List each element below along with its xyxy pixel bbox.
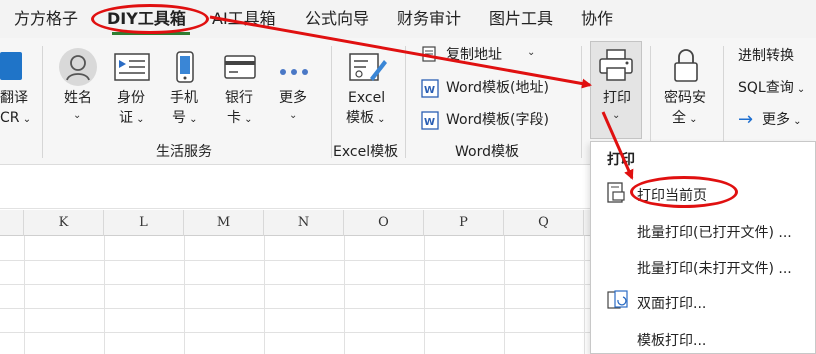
annotation-arrow-to-menu bbox=[601, 111, 634, 180]
annotation-arrows bbox=[209, 15, 634, 180]
annotation-arrow-to-print bbox=[209, 15, 592, 89]
